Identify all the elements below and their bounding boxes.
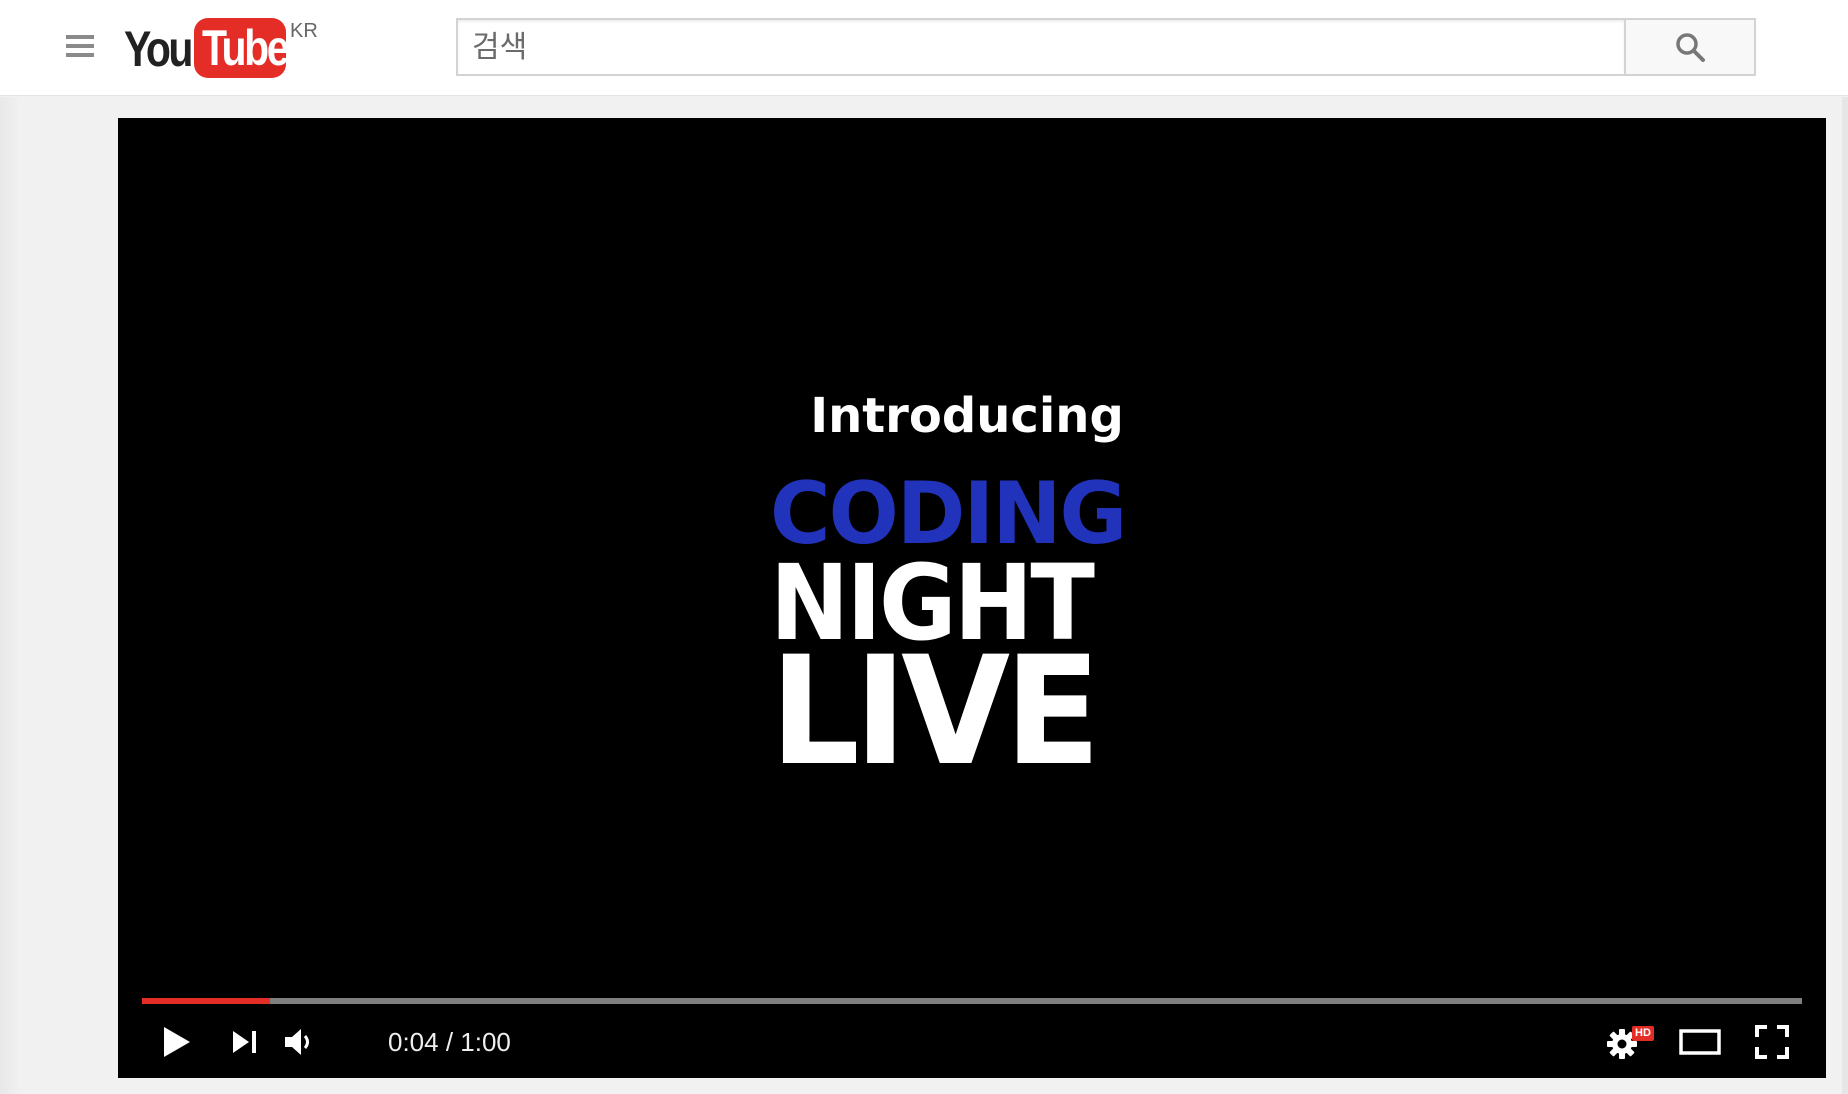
progress-played bbox=[142, 998, 270, 1004]
current-time: 0:04 bbox=[388, 1027, 439, 1057]
scrollbar-edge[interactable] bbox=[1842, 97, 1848, 1094]
magnifier-icon bbox=[1676, 33, 1705, 62]
fullscreen-button[interactable] bbox=[1744, 1006, 1800, 1078]
search-bar bbox=[456, 18, 1756, 76]
search-button[interactable] bbox=[1624, 18, 1756, 76]
player-controls: 0:04 / 1:00 HD bbox=[118, 1006, 1826, 1078]
video-frame-title-card: Introducing CODING NIGHT LIVE bbox=[770, 388, 1180, 799]
left-rail bbox=[0, 97, 20, 1094]
live-text: LIVE bbox=[770, 625, 1101, 799]
masthead: You Tube KR bbox=[0, 0, 1848, 96]
time-separator: / bbox=[438, 1027, 461, 1057]
settings-button[interactable]: HD bbox=[1600, 1006, 1656, 1078]
duration: 1:00 bbox=[460, 1027, 511, 1057]
search-input[interactable] bbox=[456, 18, 1624, 76]
region-label: KR bbox=[290, 20, 318, 42]
volume-button[interactable] bbox=[274, 1006, 324, 1078]
logo-you-text: You bbox=[124, 21, 193, 77]
time-display: 0:04 / 1:00 bbox=[388, 1006, 511, 1078]
logo-tube-box: Tube bbox=[194, 18, 290, 78]
logo-tube-text: Tube bbox=[202, 20, 290, 76]
theater-mode-icon bbox=[1679, 1029, 1721, 1055]
next-icon bbox=[233, 1031, 256, 1053]
theater-mode-button[interactable] bbox=[1672, 1006, 1728, 1078]
hd-badge: HD bbox=[1632, 1026, 1654, 1041]
volume-icon bbox=[285, 1029, 309, 1055]
fullscreen-icon bbox=[1755, 1025, 1789, 1059]
progress-bar[interactable] bbox=[142, 998, 1802, 1004]
video-player[interactable]: Introducing CODING NIGHT LIVE 0:04 / 1:0… bbox=[118, 118, 1826, 1078]
intro-text: Introducing bbox=[810, 388, 1124, 444]
youtube-logo[interactable]: You Tube KR bbox=[124, 18, 318, 78]
play-button[interactable] bbox=[152, 1006, 202, 1078]
next-button[interactable] bbox=[220, 1006, 270, 1078]
play-icon bbox=[164, 1027, 190, 1057]
hamburger-menu-icon[interactable] bbox=[60, 30, 100, 66]
